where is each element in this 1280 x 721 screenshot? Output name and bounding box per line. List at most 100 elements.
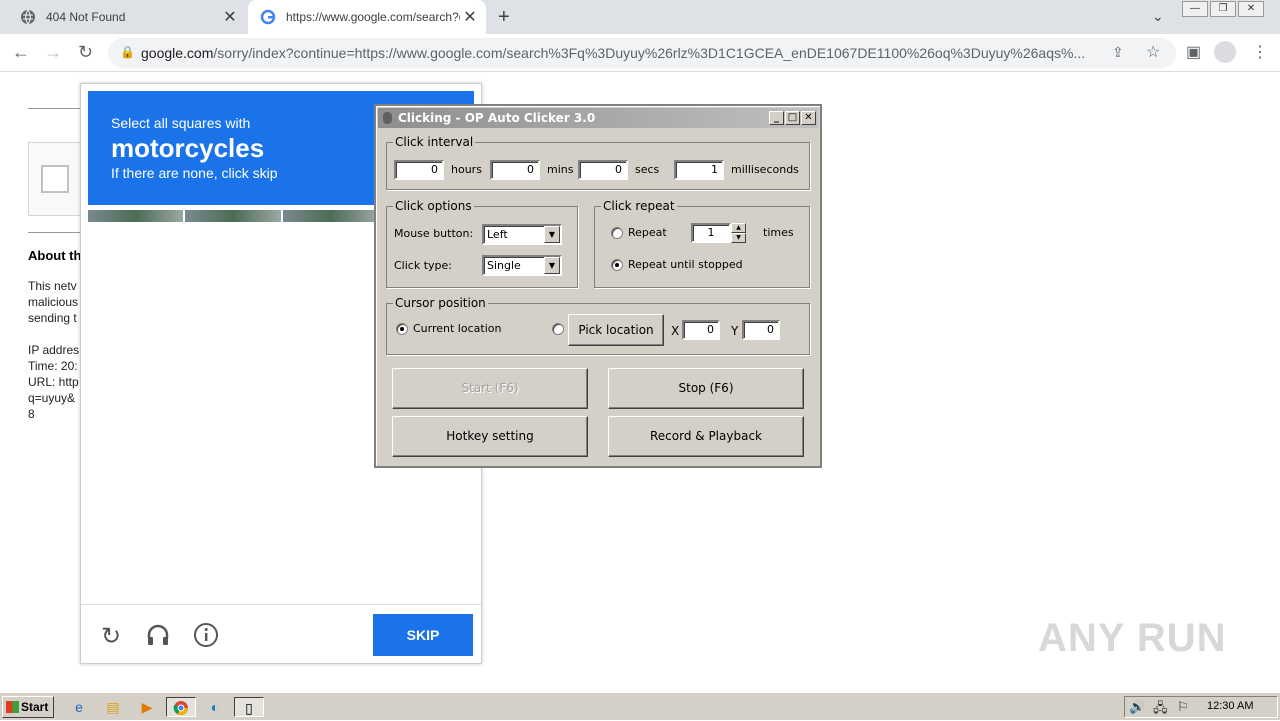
system-tray: 🔊 🖧 ⚐ 12:30 AM — [1124, 696, 1278, 718]
mins-label: mins — [547, 163, 574, 176]
spin-up-icon[interactable]: ▲ — [731, 223, 746, 233]
current-location-label: Current location — [413, 322, 502, 335]
footer-divider — [81, 604, 481, 605]
image-tile[interactable] — [282, 210, 378, 222]
window-title: Clicking - OP Auto Clicker 3.0 — [398, 111, 596, 125]
back-icon[interactable]: ← — [12, 42, 30, 63]
close-icon[interactable]: ✕ — [801, 111, 816, 125]
bookmark-star-icon[interactable]: ☆ — [1146, 42, 1160, 62]
group-legend: Cursor position — [393, 296, 488, 310]
google-icon — [260, 9, 276, 25]
network-icon[interactable]: 🖧 — [1153, 699, 1168, 721]
reload-icon[interactable]: ↻ — [78, 42, 93, 63]
pick-location-button[interactable]: Pick location — [568, 314, 664, 346]
tab-google-search[interactable]: https://www.google.com/search?q= ✕ — [248, 0, 486, 34]
side-panel-icon[interactable]: ▣ — [1186, 42, 1201, 62]
flag-icon[interactable]: ⚐ — [1177, 699, 1189, 715]
browser-toolbar: ← → ↻ 🔒 google.com/sorry/index?continue=… — [0, 34, 1280, 72]
info-line: malicious — [28, 295, 79, 309]
tab-404[interactable]: 404 Not Found ✕ — [8, 0, 246, 34]
auto-clicker-window: Clicking - OP Auto Clicker 3.0 _ □ ✕ Cli… — [374, 104, 822, 468]
info-line: This netv — [28, 279, 77, 293]
divider — [28, 108, 88, 109]
spin-down-icon[interactable]: ▼ — [731, 233, 746, 243]
click-type-select[interactable]: Single ▼ — [482, 255, 562, 276]
close-window-icon[interactable]: ✕ — [1238, 1, 1264, 17]
profile-avatar[interactable] — [1214, 41, 1236, 63]
y-coordinate-input[interactable]: 0 — [742, 320, 780, 340]
record-playback-button[interactable]: Record & Playback — [608, 416, 804, 457]
repeat-radio[interactable] — [611, 227, 623, 239]
start-button[interactable]: Start (F6) — [392, 368, 588, 409]
about-heading: About th — [28, 248, 82, 263]
chrome-icon[interactable] — [166, 697, 196, 717]
info-icon[interactable] — [191, 622, 221, 652]
chevron-down-icon[interactable]: ⌄ — [1152, 8, 1164, 25]
challenge-image-grid[interactable] — [88, 210, 378, 222]
forward-icon[interactable]: → — [44, 42, 62, 63]
repeat-until-stopped-radio[interactable] — [611, 259, 623, 271]
tab-title: 404 Not Found — [46, 10, 126, 24]
repeat-spinner[interactable]: ▲ ▼ — [731, 223, 746, 243]
hours-label: hours — [451, 163, 482, 176]
tab-title: https://www.google.com/search?q= — [286, 10, 460, 24]
click-options-group: Click options Mouse button: Left ▼ Click… — [386, 199, 578, 288]
stop-button[interactable]: Stop (F6) — [608, 368, 804, 409]
url-path: /sorry/index?continue=https://www.google… — [213, 45, 1086, 61]
mins-input[interactable]: 0 — [490, 160, 540, 180]
instruction-subtext: If there are none, click skip — [111, 165, 278, 181]
close-tab-icon[interactable]: ✕ — [460, 7, 480, 27]
times-label: times — [763, 226, 794, 239]
info-line: URL: http — [28, 375, 79, 389]
cursor-position-group: Cursor position Current location Pick lo… — [386, 296, 810, 355]
restore-icon[interactable]: ❐ — [1210, 1, 1236, 17]
repeat-count-input[interactable]: 1 — [691, 223, 731, 243]
window-controls: — ❐ ✕ — [1180, 1, 1264, 17]
auto-clicker-task-icon[interactable]: ▯ — [234, 697, 264, 717]
media-player-icon[interactable]: ▶ — [136, 697, 158, 717]
audio-headphones-icon[interactable] — [143, 622, 173, 652]
volume-icon[interactable]: 🔊 — [1129, 699, 1145, 715]
x-coordinate-input[interactable]: 0 — [682, 320, 720, 340]
lock-icon[interactable]: 🔒 — [120, 45, 135, 59]
hotkey-setting-button[interactable]: Hotkey setting — [392, 416, 588, 457]
new-tab-icon[interactable]: + — [498, 6, 510, 29]
maximize-icon[interactable]: □ — [785, 111, 800, 125]
repeat-until-stopped-label: Repeat until stopped — [628, 258, 743, 271]
click-type-label: Click type: — [394, 259, 452, 272]
internet-explorer-icon[interactable]: e — [68, 697, 90, 717]
secs-input[interactable]: 0 — [578, 160, 628, 180]
milliseconds-input[interactable]: 1 — [674, 160, 724, 180]
hours-input[interactable]: 0 — [394, 160, 444, 180]
address-bar[interactable]: 🔒 google.com/sorry/index?continue=https:… — [108, 38, 1176, 68]
chevron-down-icon[interactable]: ▼ — [544, 257, 560, 274]
reload-challenge-icon[interactable]: ↻ — [96, 622, 126, 652]
share-icon[interactable]: ⇪ — [1112, 44, 1124, 61]
close-tab-icon[interactable]: ✕ — [220, 7, 240, 27]
tab-strip: 404 Not Found ✕ https://www.google.com/s… — [0, 0, 1280, 34]
start-label: Start — [21, 700, 49, 714]
group-legend: Click options — [393, 199, 474, 213]
chevron-down-icon[interactable]: ▼ — [544, 226, 560, 243]
file-explorer-icon[interactable]: ▤ — [102, 697, 124, 717]
minimize-icon[interactable]: _ — [769, 111, 784, 125]
clock: 12:30 AM — [1207, 700, 1254, 712]
current-location-radio[interactable] — [396, 323, 408, 335]
pick-location-radio[interactable] — [552, 323, 564, 335]
edge-icon[interactable]: ◐ — [204, 697, 226, 717]
recaptcha-checkbox[interactable] — [41, 165, 69, 193]
challenge-keyword: motorcycles — [111, 133, 265, 163]
window-titlebar[interactable]: Clicking - OP Auto Clicker 3.0 _ □ ✕ — [378, 108, 818, 128]
repeat-label: Repeat — [628, 226, 667, 239]
group-legend: Click repeat — [601, 199, 677, 213]
skip-button[interactable]: SKIP — [373, 614, 473, 656]
menu-kebab-icon[interactable]: ⋮ — [1252, 42, 1268, 62]
group-legend: Click interval — [393, 135, 476, 149]
mouse-icon — [383, 112, 392, 124]
image-tile[interactable] — [88, 210, 184, 222]
image-tile[interactable] — [185, 210, 281, 222]
minimize-icon[interactable]: — — [1182, 1, 1208, 17]
click-repeat-group: Click repeat Repeat 1 ▲ ▼ times Repeat u… — [594, 199, 810, 288]
mouse-button-select[interactable]: Left ▼ — [482, 224, 562, 245]
start-button[interactable]: Start — [2, 696, 54, 718]
